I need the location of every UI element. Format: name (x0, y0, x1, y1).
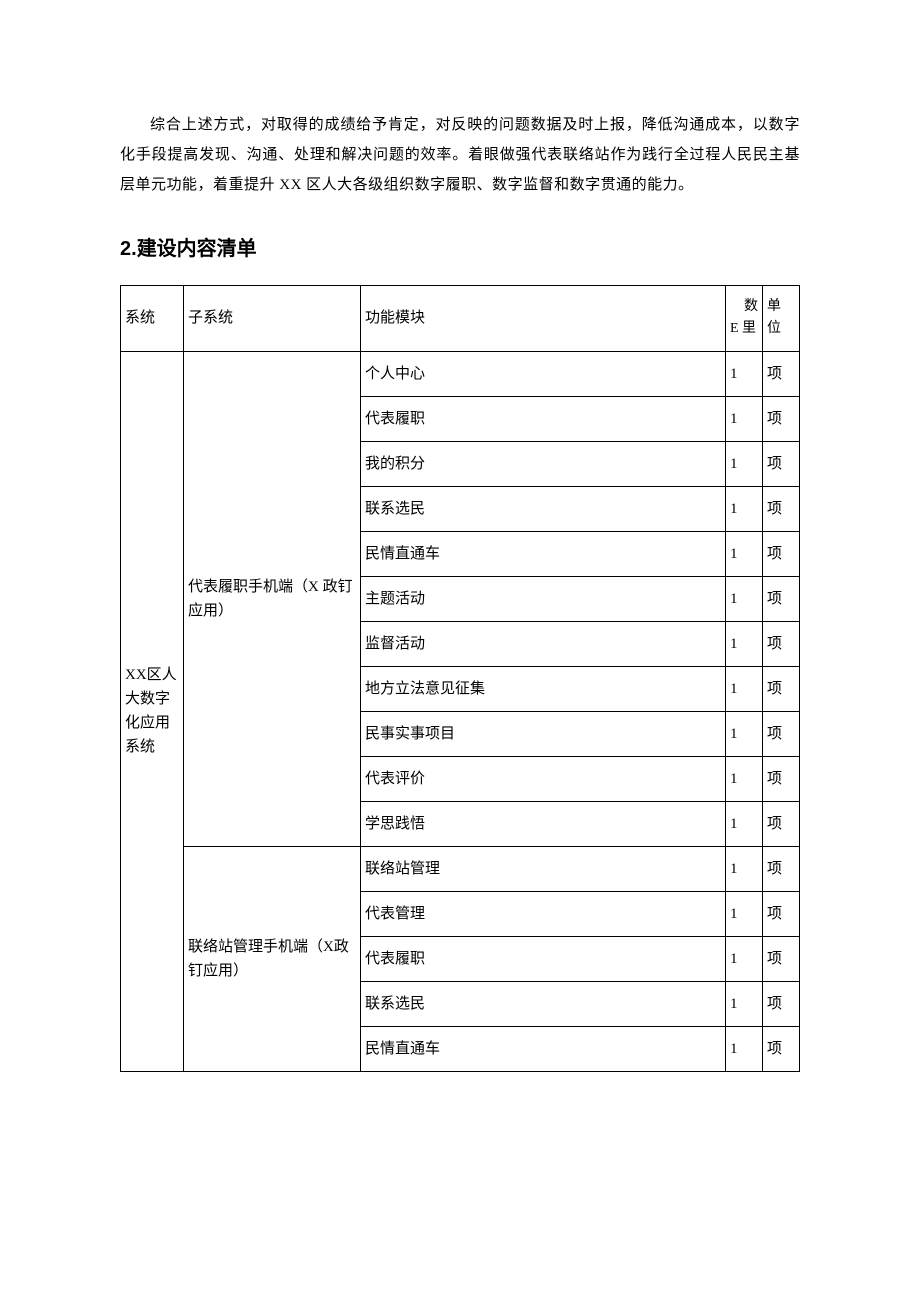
cell-module: 我的积分 (361, 441, 726, 486)
cell-qty: 1 (726, 396, 763, 441)
cell-qty: 1 (726, 486, 763, 531)
cell-unit: 项 (763, 1026, 800, 1071)
cell-unit: 项 (763, 846, 800, 891)
cell-module: 主题活动 (361, 576, 726, 621)
cell-unit: 项 (763, 936, 800, 981)
cell-module: 代表履职 (361, 396, 726, 441)
cell-unit: 项 (763, 486, 800, 531)
cell-qty: 1 (726, 801, 763, 846)
cell-qty: 1 (726, 936, 763, 981)
cell-qty: 1 (726, 621, 763, 666)
cell-subsystem: 联络站管理手机端（X政钉应用） (184, 846, 361, 1071)
table-body: XX区人大数字化应用系统 代表履职手机端（X 政钉应用） 个人中心 1 项 代表… (121, 351, 800, 1071)
cell-unit: 项 (763, 351, 800, 396)
cell-qty: 1 (726, 846, 763, 891)
cell-unit: 项 (763, 801, 800, 846)
cell-module: 联系选民 (361, 486, 726, 531)
header-system: 系统 (121, 286, 184, 352)
cell-unit: 项 (763, 576, 800, 621)
cell-module: 监督活动 (361, 621, 726, 666)
header-unit-line1: 单 (767, 296, 795, 318)
cell-module: 民事实事项目 (361, 711, 726, 756)
header-unit: 单 位 (763, 286, 800, 352)
cell-unit: 项 (763, 396, 800, 441)
cell-unit: 项 (763, 441, 800, 486)
cell-qty: 1 (726, 1026, 763, 1071)
cell-module: 联系选民 (361, 981, 726, 1026)
cell-module: 代表管理 (361, 891, 726, 936)
cell-module: 民情直通车 (361, 1026, 726, 1071)
cell-module: 学思践悟 (361, 801, 726, 846)
cell-qty: 1 (726, 891, 763, 936)
cell-qty: 1 (726, 756, 763, 801)
body-paragraph: 综合上述方式，对取得的成绩给予肯定，对反映的问题数据及时上报，降低沟通成本，以数… (120, 110, 800, 200)
cell-unit: 项 (763, 621, 800, 666)
cell-qty: 1 (726, 981, 763, 1026)
cell-unit: 项 (763, 666, 800, 711)
cell-system: XX区人大数字化应用系统 (121, 351, 184, 1071)
document-page: 综合上述方式，对取得的成绩给予肯定，对反映的问题数据及时上报，降低沟通成本，以数… (0, 0, 920, 1301)
cell-qty: 1 (726, 351, 763, 396)
cell-module: 民情直通车 (361, 531, 726, 576)
header-subsystem: 子系统 (184, 286, 361, 352)
content-list-table: 系统 子系统 功能模块 数 E 里 单 位 XX区人大数字化应用系统 代表履职手… (120, 285, 800, 1072)
cell-qty: 1 (726, 666, 763, 711)
cell-module: 代表评价 (361, 756, 726, 801)
cell-module: 个人中心 (361, 351, 726, 396)
heading-number: 2. (120, 238, 137, 260)
cell-qty: 1 (726, 531, 763, 576)
table-header-row: 系统 子系统 功能模块 数 E 里 单 位 (121, 286, 800, 352)
header-unit-line2: 位 (767, 318, 795, 340)
cell-unit: 项 (763, 531, 800, 576)
header-qty-line1: 数 (730, 296, 758, 318)
cell-unit: 项 (763, 756, 800, 801)
section-heading: 2.建设内容清单 (120, 232, 800, 261)
header-module: 功能模块 (361, 286, 726, 352)
cell-subsystem: 代表履职手机端（X 政钉应用） (184, 351, 361, 846)
cell-qty: 1 (726, 711, 763, 756)
table-row: XX区人大数字化应用系统 代表履职手机端（X 政钉应用） 个人中心 1 项 (121, 351, 800, 396)
cell-unit: 项 (763, 891, 800, 936)
cell-unit: 项 (763, 981, 800, 1026)
header-qty-line2: E 里 (730, 318, 758, 340)
cell-module: 联络站管理 (361, 846, 726, 891)
cell-module: 代表履职 (361, 936, 726, 981)
cell-module: 地方立法意见征集 (361, 666, 726, 711)
heading-text: 建设内容清单 (137, 238, 257, 260)
cell-qty: 1 (726, 576, 763, 621)
table-row: 联络站管理手机端（X政钉应用） 联络站管理 1 项 (121, 846, 800, 891)
cell-unit: 项 (763, 711, 800, 756)
header-quantity: 数 E 里 (726, 286, 763, 352)
cell-qty: 1 (726, 441, 763, 486)
